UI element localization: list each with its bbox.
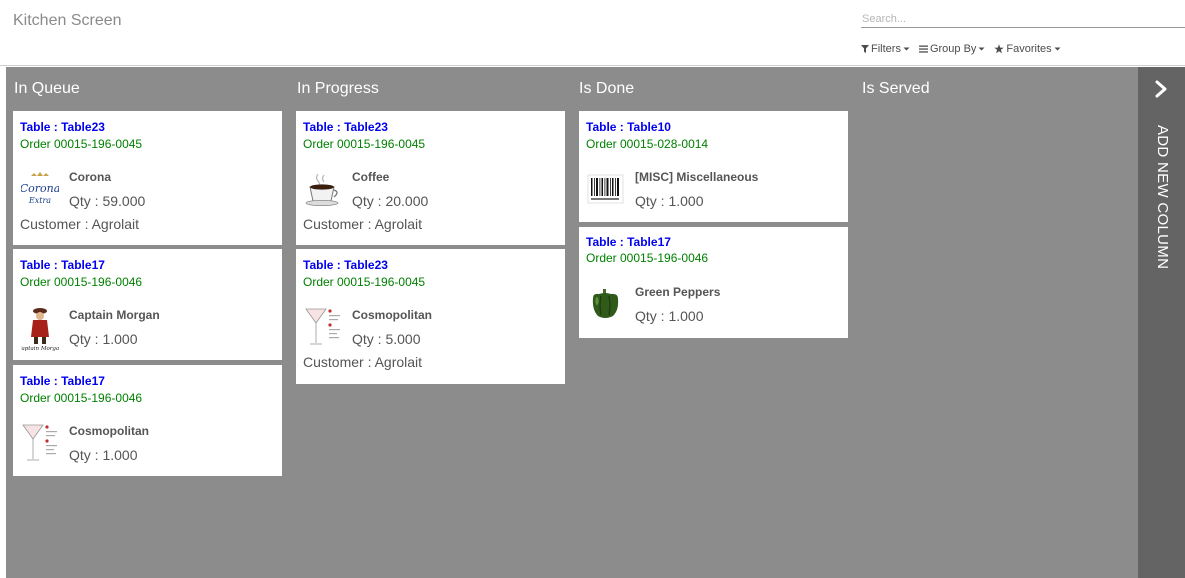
card-order-ref: Order 00015-196-0045 bbox=[303, 275, 426, 289]
card-quantity: Qty : 1.000 bbox=[635, 308, 704, 324]
barcode-icon bbox=[587, 172, 625, 208]
star-icon bbox=[994, 44, 1005, 54]
card-customer: Customer : Agrolait bbox=[303, 354, 423, 370]
card-product-name: Cosmopolitan bbox=[69, 424, 149, 438]
card-order-ref: Order 00015-196-0046 bbox=[586, 251, 709, 265]
caret-down-icon bbox=[1054, 46, 1061, 52]
card-table-label: Table : Table17 bbox=[586, 235, 671, 249]
card-product-name: Corona bbox=[69, 170, 111, 184]
kanban-board: In Queue Table : Table23 Order 00015-196… bbox=[0, 67, 1185, 578]
card-table-label: Table : Table17 bbox=[20, 258, 105, 272]
order-card[interactable]: Table : Table17 Order 00015-196-0046 Gre… bbox=[579, 227, 848, 338]
captain-morgan-logo-icon: Captain Morgan bbox=[17, 305, 63, 352]
svg-text:Extra: Extra bbox=[28, 196, 51, 205]
card-table-label: Table : Table23 bbox=[20, 120, 105, 134]
card-order-ref: Order 00015-028-0014 bbox=[586, 137, 709, 151]
corona-logo-icon: Corona Extra bbox=[20, 172, 60, 208]
order-card[interactable]: Table : Table23 Order 00015-196-0045 Cor… bbox=[13, 111, 282, 245]
add-new-column-label: ADD NEW COLUMN bbox=[1154, 125, 1171, 270]
filters-label: Filters bbox=[871, 43, 901, 55]
column-title: In Progress bbox=[297, 80, 379, 97]
card-quantity: Qty : 59.000 bbox=[69, 193, 146, 209]
caret-down-icon bbox=[978, 46, 985, 52]
card-table-label: Table : Table23 bbox=[303, 120, 388, 134]
card-customer: Customer : Agrolait bbox=[303, 216, 423, 232]
column-title: In Queue bbox=[14, 80, 80, 97]
chevron-right-icon bbox=[1151, 79, 1171, 104]
group-by-button[interactable]: Group By bbox=[918, 43, 985, 55]
card-table-label: Table : Table10 bbox=[586, 120, 671, 134]
card-quantity: Qty : 1.000 bbox=[69, 331, 138, 347]
card-quantity: Qty : 1.000 bbox=[69, 447, 138, 463]
order-card[interactable]: Table : Table17 Order 00015-196-0046 Cap… bbox=[13, 249, 282, 360]
card-quantity: Qty : 5.000 bbox=[352, 331, 421, 347]
page-title: Kitchen Screen bbox=[13, 12, 122, 29]
control-panel: Kitchen Screen Filters Group By Favorite… bbox=[0, 0, 1185, 66]
column-title: Is Served bbox=[862, 80, 930, 97]
caret-down-icon bbox=[903, 46, 910, 52]
card-quantity: Qty : 20.000 bbox=[352, 193, 429, 209]
card-table-label: Table : Table17 bbox=[20, 374, 105, 388]
favorites-label: Favorites bbox=[1006, 43, 1052, 55]
cocktail-glass-icon bbox=[21, 421, 59, 467]
filter-icon bbox=[861, 45, 869, 53]
add-new-column-button[interactable]: ADD NEW COLUMN bbox=[1138, 67, 1185, 578]
favorites-button[interactable]: Favorites bbox=[994, 43, 1061, 55]
card-customer: Customer : Agrolait bbox=[20, 216, 140, 232]
svg-text:Captain Morgan: Captain Morgan bbox=[21, 346, 59, 351]
order-card[interactable]: Table : Table23 Order 00015-196-0045 Cof… bbox=[296, 111, 565, 245]
group-by-label: Group By bbox=[929, 43, 977, 55]
card-product-name: Green Peppers bbox=[635, 285, 721, 299]
order-card[interactable]: Table : Table23 Order 00015-196-0045 Cos… bbox=[296, 249, 565, 384]
search-input[interactable] bbox=[861, 10, 1185, 28]
cocktail-glass-icon bbox=[304, 305, 342, 351]
search-options-bar: Filters Group By Favorites bbox=[861, 43, 1061, 55]
kanban-columns-area: In Queue Table : Table23 Order 00015-196… bbox=[6, 67, 1138, 578]
card-product-name: Coffee bbox=[352, 170, 390, 184]
order-card[interactable]: Table : Table17 Order 00015-196-0046 Cos… bbox=[13, 365, 282, 476]
coffee-cup-icon bbox=[304, 172, 342, 208]
filters-button[interactable]: Filters bbox=[861, 43, 910, 55]
order-card[interactable]: Table : Table10 Order 00015-028-0014 [MI… bbox=[579, 111, 848, 222]
list-icon bbox=[918, 45, 928, 53]
green-pepper-icon bbox=[587, 287, 625, 323]
card-product-name: Captain Morgan bbox=[69, 308, 160, 322]
column-title: Is Done bbox=[579, 80, 635, 97]
card-order-ref: Order 00015-196-0045 bbox=[20, 137, 143, 151]
card-product-name: [MISC] Miscellaneous bbox=[635, 170, 759, 184]
card-product-name: Cosmopolitan bbox=[352, 308, 432, 322]
card-table-label: Table : Table23 bbox=[303, 258, 388, 272]
card-order-ref: Order 00015-196-0045 bbox=[303, 137, 426, 151]
svg-text:Corona: Corona bbox=[21, 182, 59, 195]
card-order-ref: Order 00015-196-0046 bbox=[20, 391, 143, 405]
card-order-ref: Order 00015-196-0046 bbox=[20, 275, 143, 289]
card-quantity: Qty : 1.000 bbox=[635, 193, 704, 209]
